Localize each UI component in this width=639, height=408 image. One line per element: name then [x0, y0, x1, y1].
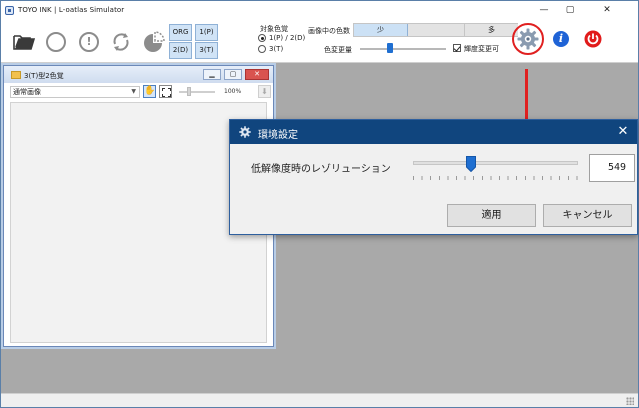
select-tool-icon[interactable]: [159, 85, 172, 98]
child-minimize-button[interactable]: ▁: [203, 69, 221, 80]
color-change-label: 色変更量: [324, 46, 352, 54]
type-2d-button[interactable]: 2(D): [169, 42, 192, 59]
radio-1p-2d[interactable]: [258, 34, 266, 42]
resolution-slider-ticks: [413, 176, 578, 180]
child-close-button[interactable]: ✕: [245, 69, 269, 80]
view-mode-select[interactable]: 通常画像 ▼: [10, 86, 140, 98]
dialog-title-bar: 環境設定 ✕: [230, 120, 637, 144]
type-1p-button[interactable]: 1(P): [195, 24, 218, 41]
status-bar: [1, 393, 638, 407]
hand-tool-icon[interactable]: ✋: [143, 85, 156, 98]
info-icon[interactable]: i: [553, 31, 569, 47]
child-title-bar: 3(T)型2色覚 ▁ ▢ ✕: [4, 66, 273, 83]
toolbar: ! ORG 1(P) 2(D) 3(T) 対象色覚 1(P) / 2(D) 3(…: [1, 21, 638, 63]
app-logo-icon: [5, 6, 14, 15]
dialog-gear-icon: [239, 126, 251, 138]
title-bar: TOYO INK | L-oatlas Simulator — ▢ ✕: [1, 1, 638, 21]
alert-icon[interactable]: !: [79, 32, 99, 52]
open-folder-icon[interactable]: [13, 33, 35, 50]
close-button[interactable]: ✕: [594, 1, 620, 21]
chevron-down-icon: ▼: [131, 88, 136, 95]
color-count-mid-button[interactable]: [408, 24, 464, 36]
cancel-button[interactable]: キャンセル: [543, 204, 632, 227]
resolution-label: 低解像度時のレゾリューション: [251, 164, 391, 175]
luminance-change-label: 輝度変更可: [464, 45, 499, 53]
power-icon[interactable]: [584, 30, 602, 48]
settings-dialog: 環境設定 ✕ 低解像度時のレゾリューション 549 適用 キャンセル: [229, 119, 638, 235]
child-window-title: 3(T)型2色覚: [24, 72, 64, 80]
main-window: TOYO INK | L-oatlas Simulator — ▢ ✕ ! OR…: [0, 0, 639, 408]
settings-gear-icon[interactable]: [517, 28, 539, 50]
zoom-slider-track[interactable]: [179, 91, 215, 93]
child-toolbar: 通常画像 ▼ ✋ 100% ⬇: [7, 85, 272, 99]
folder-icon: [11, 71, 21, 79]
resolution-slider-thumb[interactable]: [466, 156, 476, 172]
original-view-icon[interactable]: [46, 32, 66, 52]
color-count-low-button[interactable]: 少: [354, 24, 408, 36]
resolution-slider-track[interactable]: [413, 161, 578, 165]
maximize-button[interactable]: ▢: [557, 1, 583, 21]
radio-1p-2d-label: 1(P) / 2(D): [269, 34, 306, 42]
apply-button[interactable]: 適用: [447, 204, 536, 227]
color-change-slider-track[interactable]: [360, 48, 446, 50]
color-count-selector: 少 多: [353, 23, 518, 37]
color-count-label: 画像中の色数: [308, 27, 350, 35]
dialog-close-button[interactable]: ✕: [614, 123, 632, 141]
dialog-title: 環境設定: [258, 130, 298, 141]
minimize-button[interactable]: —: [531, 1, 557, 21]
app-title: TOYO INK | L-oatlas Simulator: [18, 6, 125, 14]
download-icon[interactable]: ⬇: [258, 85, 271, 98]
zoom-level: 100%: [224, 88, 242, 95]
radio-3t-label: 3(T): [269, 45, 284, 53]
radio-3t[interactable]: [258, 45, 266, 53]
color-change-slider-thumb[interactable]: [387, 43, 394, 53]
pie-chart-icon[interactable]: [142, 31, 166, 53]
resolution-value-field[interactable]: 549: [589, 154, 635, 182]
target-vision-label: 対象色覚: [260, 25, 288, 33]
sync-icon[interactable]: [110, 32, 132, 52]
view-mode-value: 通常画像: [13, 88, 41, 96]
zoom-slider-thumb[interactable]: [187, 87, 191, 96]
type-3t-button[interactable]: 3(T): [195, 42, 218, 59]
color-count-high-button[interactable]: 多: [464, 24, 518, 36]
luminance-change-checkbox[interactable]: [453, 44, 461, 52]
child-maximize-button[interactable]: ▢: [224, 69, 242, 80]
org-button[interactable]: ORG: [169, 24, 192, 41]
resize-grip-icon[interactable]: [626, 397, 634, 405]
